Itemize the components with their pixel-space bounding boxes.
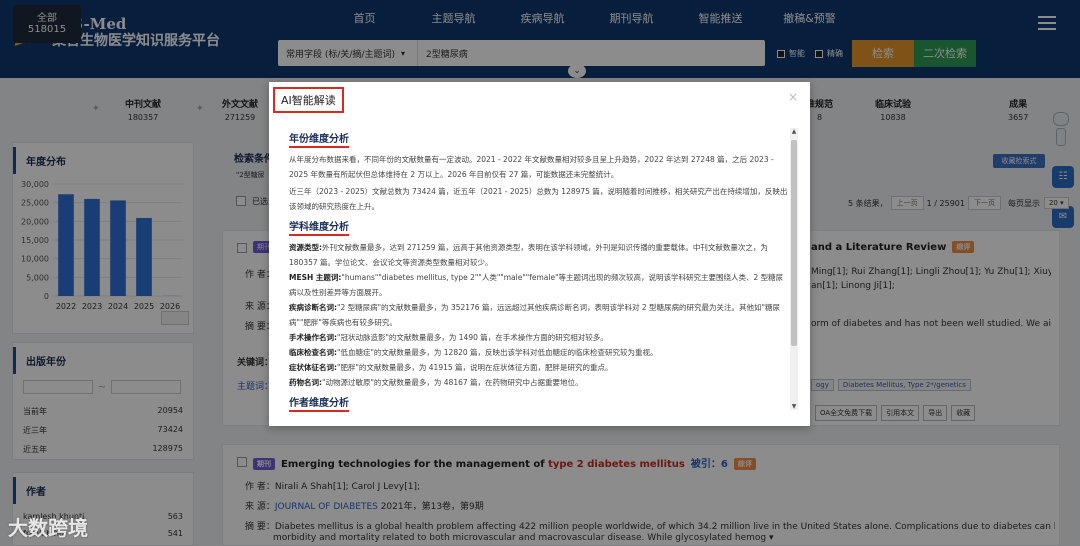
subject-analysis-list: 资源类型:外刊文献数量最多，达到 271259 篇，远高于其他资源类型，表明在该…	[289, 240, 789, 390]
ai-analysis-modal: AI智能解读 × 年份维度分析 从年度分布数据来看，不同年份的文献数量有一定波动…	[269, 82, 810, 426]
analysis-paragraph: 从年度分布数据来看，不同年份的文献数量有一定波动。2021 - 2022 年文献…	[289, 155, 774, 179]
scroll-down-icon[interactable]: ▼	[790, 403, 798, 410]
watermark: 大数跨境	[8, 516, 88, 540]
subject-analysis-item: 症状体征名词:"肥胖"的文献数量最多，为 41915 篇，说明在症状体征方面，肥…	[289, 363, 613, 372]
modal-body: 年份维度分析 从年度分布数据来看，不同年份的文献数量有一定波动。2021 - 2…	[289, 126, 789, 416]
subject-analysis-item: MESH 主题词:"humans""diabetes mellitus, typ…	[289, 273, 784, 297]
section-heading: 年份维度分析	[289, 130, 349, 148]
subject-analysis-item: 临床检查名词:"低血糖症"的文献数量最多，为 12820 篇，反映出该学科对低血…	[289, 348, 658, 357]
subject-analysis-item: 药物名词:"动物源过敏原"的文献数量最多，为 48167 篇，在药物研究中占据重…	[289, 378, 583, 387]
subject-analysis-item: 资源类型:外刊文献数量最多，达到 271259 篇，远高于其他资源类型，表明在该…	[289, 243, 768, 267]
subject-analysis-item: 手术操作名词:"冠状动脉造影"的文献数量最多，为 1490 篇，在手术操作方面的…	[289, 333, 608, 342]
modal-title: AI智能解读	[273, 87, 344, 113]
section-heading: 学科维度分析	[289, 218, 349, 236]
analysis-paragraph: 近三年（2023 - 2025）文献总数为 73424 篇，近五年（2021 -…	[289, 187, 788, 211]
subject-analysis-item: 疾病诊断名词:"2 型糖尿病"的文献数量最多，为 352176 篇，远远超过其他…	[289, 303, 780, 327]
close-icon[interactable]: ×	[788, 90, 798, 104]
modal-scrollbar[interactable]: ▲ ▼	[790, 128, 798, 410]
section-heading: 作者维度分析	[289, 394, 349, 412]
scroll-thumb[interactable]	[791, 140, 797, 346]
scroll-up-icon[interactable]: ▲	[790, 128, 798, 135]
